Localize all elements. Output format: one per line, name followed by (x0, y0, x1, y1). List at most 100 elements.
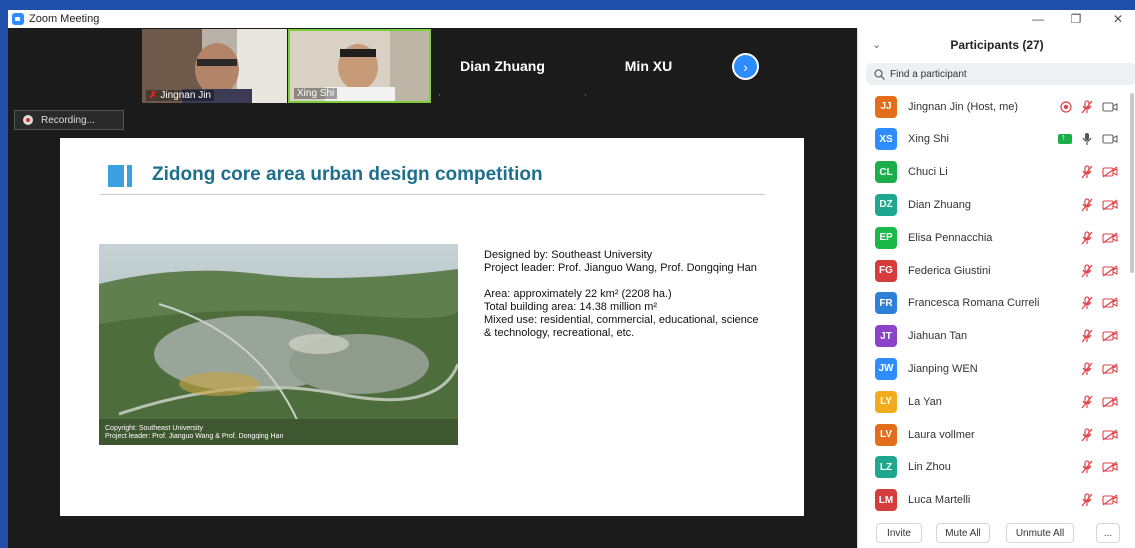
participant-row[interactable]: JW Jianping WEN (858, 352, 1135, 385)
recording-icon (1060, 100, 1072, 113)
minimize-button[interactable]: — (1018, 10, 1058, 28)
participant-name: Chuci Li (908, 166, 948, 179)
video-off-icon[interactable] (1102, 396, 1118, 408)
video-tile-xing-shi[interactable]: Xing Shi ✗ (288, 29, 431, 103)
participant-status-icons (1060, 99, 1118, 114)
next-page-button[interactable]: › (732, 53, 759, 80)
unmute-all-button[interactable]: Unmute All (1006, 523, 1074, 543)
video-off-icon[interactable] (1102, 429, 1118, 441)
participant-name: Dian Zhuang (908, 198, 971, 211)
participants-title: Participants (27) (950, 38, 1044, 52)
participant-row[interactable]: LM Luca Martelli (858, 484, 1135, 517)
invite-button[interactable]: Invite (876, 523, 922, 543)
info-mixed-use: Mixed use: residential, commercial, educ… (484, 314, 759, 326)
participant-row[interactable]: FR Francesca Romana Curreli (858, 287, 1135, 320)
participant-row[interactable]: FG Federica Giustini (858, 254, 1135, 287)
scrollbar[interactable] (1130, 93, 1134, 273)
participant-row[interactable]: LY La Yan (858, 385, 1135, 418)
image-leader: Project leader: Prof. Jianguo Wang & Pro… (105, 433, 284, 440)
video-off-icon[interactable] (1102, 461, 1118, 473)
participants-footer: Invite Mute All Unmute All ... (858, 516, 1135, 548)
mic-muted-icon[interactable] (1080, 395, 1094, 409)
more-options-button[interactable]: ... (1096, 523, 1120, 543)
participant-status-icons (1080, 362, 1118, 376)
video-off-icon[interactable] (1102, 330, 1118, 342)
participant-row[interactable]: LZ Lin Zhou (858, 451, 1135, 484)
mic-muted-icon[interactable] (1080, 493, 1094, 507)
mic-muted-icon[interactable] (1080, 296, 1094, 310)
participant-avatar: LM (875, 489, 897, 512)
participant-search-input[interactable]: Find a participant (866, 63, 1135, 85)
mic-muted-icon[interactable] (1080, 362, 1094, 376)
search-icon (874, 68, 885, 80)
participant-row[interactable]: CL Chuci Li (858, 156, 1135, 189)
participant-name: Jianping WEN (908, 362, 978, 375)
video-off-icon[interactable] (1102, 265, 1118, 277)
participant-avatar: LY (875, 390, 897, 413)
recording-indicator[interactable]: Recording... (14, 110, 124, 130)
aerial-view-picture (99, 244, 458, 445)
video-camera-icon[interactable] (1102, 133, 1118, 145)
mic-muted-icon[interactable] (1080, 165, 1094, 179)
zoom-logo-icon (12, 13, 24, 25)
participant-avatar: LV (875, 423, 897, 446)
video-off-icon[interactable] (1102, 494, 1118, 506)
video-off-icon[interactable] (1102, 199, 1118, 211)
participant-avatar: XS (875, 128, 897, 151)
participant-name: La Yan (908, 395, 942, 408)
mute-all-button[interactable]: Mute All (936, 523, 990, 543)
video-off-icon[interactable] (1102, 232, 1118, 244)
mic-icon[interactable] (1080, 132, 1094, 146)
participant-name: Luca Martelli (908, 494, 971, 507)
mic-muted-icon[interactable] (1080, 198, 1094, 212)
meeting-view: ✗ Jingnan Jin Xing Shi ✗ ✗ Dian Zhuang ✗ (8, 28, 857, 548)
mic-muted-icon[interactable] (1080, 231, 1094, 245)
mic-muted-icon[interactable] (1080, 427, 1094, 442)
info-building-area: Total building area: 14.38 million m² (484, 301, 658, 313)
collapse-panel-button[interactable]: ⌄ (872, 38, 881, 51)
slide-title: Zidong core area urban design competitio… (152, 164, 543, 185)
mic-muted-icon[interactable] (1080, 263, 1094, 278)
info-project-leader: Project leader: Prof. Jianguo Wang, Prof… (484, 262, 757, 274)
video-off-icon[interactable] (1102, 297, 1118, 309)
mic-muted-icon[interactable] (1080, 99, 1094, 114)
screen-share-icon (1058, 132, 1072, 145)
participant-avatar: CL (875, 161, 897, 184)
video-camera-icon[interactable] (1102, 101, 1118, 113)
mic-muted-icon[interactable] (1080, 460, 1094, 474)
close-button[interactable]: ✕ (1098, 10, 1135, 28)
participant-avatar: JW (875, 357, 897, 380)
restore-button[interactable]: ❐ (1056, 10, 1096, 28)
window-title: Zoom Meeting (29, 13, 100, 25)
participant-status-icons (1080, 329, 1118, 343)
record-icon (23, 115, 33, 125)
video-tile-label: Xing Shi (294, 88, 338, 99)
participant-row[interactable]: EP Elisa Pennacchia (858, 221, 1135, 254)
video-tile-jingnan-jin[interactable]: ✗ Jingnan Jin (142, 29, 287, 103)
shared-screen-slide: Zidong core area urban design competitio… (60, 138, 804, 516)
participant-row[interactable]: LV Laura vollmer (858, 418, 1135, 451)
participant-name: Francesca Romana Curreli (908, 297, 1040, 310)
participant-avatar: JJ (875, 95, 897, 118)
mic-muted-icon: ✗ (149, 90, 158, 101)
participant-row[interactable]: XS Xing Shi (858, 123, 1135, 156)
mic-muted-icon[interactable] (1080, 329, 1094, 343)
info-area: Area: approximately 22 km² (2208 ha.) (484, 288, 672, 300)
participant-row[interactable]: JT Jiahuan Tan (858, 320, 1135, 353)
divider (100, 194, 765, 195)
video-tile-min-xu[interactable]: Min XU (586, 29, 711, 103)
video-off-icon[interactable] (1102, 363, 1118, 375)
participants-header: ⌄ Participants (27) (858, 28, 1135, 62)
video-tile-dian-zhuang[interactable]: Dian Zhuang (440, 29, 565, 103)
title-accent-bar (108, 165, 124, 187)
participant-row[interactable]: DZ Dian Zhuang (858, 188, 1135, 221)
video-tile-name: Xing Shi (297, 88, 335, 99)
video-off-icon[interactable] (1102, 166, 1118, 178)
chevron-right-icon: › (743, 58, 748, 75)
participant-row[interactable]: JJ Jingnan Jin (Host, me) (858, 90, 1135, 123)
video-tile-name: Min XU (624, 58, 673, 74)
participant-name: Xing Shi (908, 133, 949, 146)
participant-status-icons (1080, 165, 1118, 179)
project-info: Designed by: Southeast University Projec… (484, 249, 759, 340)
participant-name: Jingnan Jin (Host, me) (908, 100, 1019, 113)
